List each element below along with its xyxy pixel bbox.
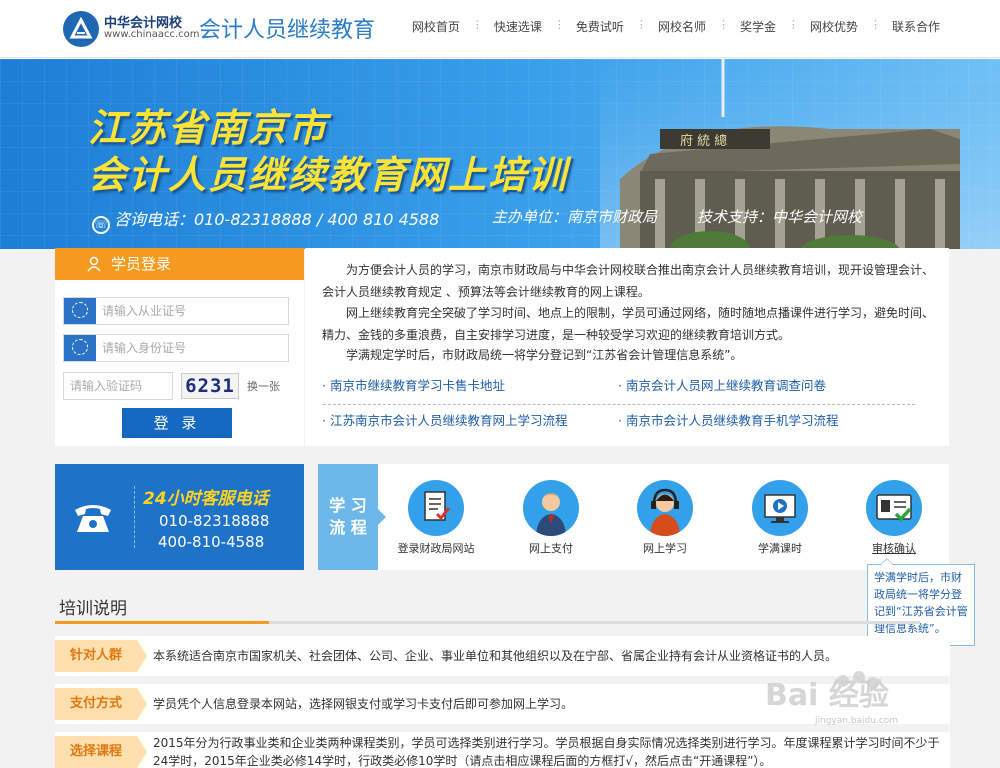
intro-paragraph-3: 学满规定学时后，市财政局统一将学分登记到“江苏省会计管理信息系统”。 [346,348,743,362]
cert-number-field [63,297,289,325]
top-nav: 网校首页 ⋮ 快速选课 ⋮ 免费试听 ⋮ 网校名师 ⋮ 奖学金 ⋮ 网校优势 ⋮ 联系合作 [400,18,952,35]
link-mobile-process[interactable]: · 南京市会计人员继续教育手机学习流程 [618,410,838,429]
header: 中华会计网校 www.chinaacc.com 会计人员继续教育 网校首页 ⋮ 快… [0,0,1000,58]
user-avatar-icon [64,298,96,324]
step-label: 登录财政局网站 [397,542,475,555]
nav-free-trial[interactable]: 免费试听 [564,18,636,35]
person-icon [523,480,579,536]
process-label: 学 习 流 程 [318,464,386,570]
step-complete-hours[interactable]: 学满课时 [725,480,835,556]
nav-scholarship[interactable]: 奖学金 [728,18,788,35]
nav-teachers[interactable]: 网校名师 [646,18,718,35]
nav-separator: ⋮ [553,18,565,31]
banner-phone: ☏ 咨询电话：010-82318888 / 400 810 4588 [92,206,439,234]
step-online-payment[interactable]: 网上支付 [496,480,606,556]
review-tooltip: 学满学时后，市财政局统一将学分登记到“江苏省会计管理信息系统”。 [867,558,975,646]
login-header: 学员登录 [55,248,304,280]
process-label-line1: 学 习 [329,496,367,515]
telephone-icon [75,505,111,532]
baidu-watermark: Bai 经验 jingyan.baidu.com [765,671,898,726]
page: 中华会计网校 www.chinaacc.com 会计人员继续教育 网校首页 ⋮ 快… [0,0,1000,768]
nav-separator: ⋮ [471,18,483,31]
training-title-underline [55,621,920,624]
phone-icon: ☏ [92,216,110,234]
logo-url[interactable]: www.chinaacc.com [104,29,200,40]
hotline-divider [134,486,135,548]
row-tag: 针对人群 [55,640,147,672]
process-label-line2: 流 程 [329,518,367,537]
row-text: 本系统适合南京市国家机关、社会团体、公司、企业、事业单位和其他组织以及在宁部、省… [153,649,838,663]
banner-phone-text: 咨询电话：010-82318888 / 400 810 4588 [114,210,440,229]
watermark-text: Bai 经验 [765,678,889,713]
nav-separator: ⋮ [787,18,799,31]
watermark-sub: jingyan.baidu.com [814,716,898,726]
divider [323,404,915,405]
step-review-confirm[interactable]: 审核确认 [839,480,949,556]
nav-contact[interactable]: 联系合作 [880,18,952,35]
nav-advantages[interactable]: 网校优势 [798,18,870,35]
id-check-icon [866,480,922,536]
login-button[interactable]: 登 录 [122,408,232,438]
row-tag: 支付方式 [55,688,147,720]
link-card-address[interactable]: · 南京市继续教育学习卡售卡地址 [322,375,505,394]
captcha-field [63,372,173,400]
banner-organizer: 主办单位：南京市财政局 [492,208,658,226]
nav-separator: ⋮ [717,18,729,31]
captcha-input[interactable] [64,373,172,399]
user-icon [87,256,101,272]
intro-panel: 为方便会计人员的学习，南京市财政局与中华会计网校联合推出南京会计人员继续教育培训… [305,248,949,446]
link-survey[interactable]: · 南京会计人员网上继续教育调查问卷 [618,375,826,394]
site-title: 会计人员继续教育 [199,18,376,43]
id-card-icon [64,335,96,361]
video-player-icon [752,480,808,536]
hotline-number-2: 400-810-4588 [158,533,265,551]
hotline-box: 24小时客服电话 010-82318888 400-810-4588 [55,464,304,570]
captcha-refresh-link[interactable]: 换一张 [247,378,280,394]
id-number-field [63,334,289,362]
plaque-text: 府 統 總 [680,133,727,149]
step-label: 网上支付 [529,542,573,555]
row-text: 2015年分为行政事业类和企业类两种课程类别，学员可选择类别进行学习。学员根据自… [153,736,940,768]
nav-separator: ⋮ [869,18,881,31]
document-icon [408,480,464,536]
id-number-input[interactable] [102,335,282,361]
link-online-process[interactable]: · 江苏南京市会计人员继续教育网上学习流程 [322,410,567,429]
nav-separator: ⋮ [635,18,647,31]
intro-paragraph-1: 为方便会计人员的学习，南京市财政局与中华会计网校联合推出南京会计人员继续教育培训… [322,263,935,299]
hotline-title: 24小时客服电话 [143,489,269,509]
headset-icon [637,480,693,536]
login-panel: 学员登录 6231 换一张 登 录 [55,248,304,446]
training-title: 培训说明 [59,599,127,619]
study-process: 学 习 流 程 登录财政局网站 网上支付 网上学习 学满课时 审核确认 [318,464,949,570]
login-title: 学员登录 [111,255,172,273]
logo-icon[interactable] [63,11,99,47]
banner-tech-support: 技术支持：中华会计网校 [697,208,863,226]
cert-number-input[interactable] [102,298,282,324]
nav-quick-select[interactable]: 快速选课 [482,18,554,35]
intro-paragraph-2: 网上继续教育完全突破了学习时间、地点上的限制，学员可通过网络，随时随地点播课件进… [322,306,935,342]
banner-title-line2: 会计人员继续教育网上培训 [88,153,569,197]
step-label: 学满课时 [758,542,802,555]
step-online-study[interactable]: 网上学习 [610,480,720,556]
hotline-number-1: 010-82318888 [159,512,270,530]
step-login-finance-site[interactable]: 登录财政局网站 [381,480,491,556]
step-label: 网上学习 [643,542,687,555]
step-label: 审核确认 [872,542,916,555]
row-tag: 选择课程 [55,736,147,768]
training-row-course: 选择课程 2015年分为行政事业类和企业类两种课程类别，学员可选择类别进行学习。… [55,732,950,768]
nav-home[interactable]: 网校首页 [400,18,472,35]
captcha-image[interactable]: 6231 [181,373,239,399]
banner: 府 統 總 江苏省南京市 会计人员继续教育网上培训 ☏ 咨询电话：010-8231… [0,59,1000,249]
